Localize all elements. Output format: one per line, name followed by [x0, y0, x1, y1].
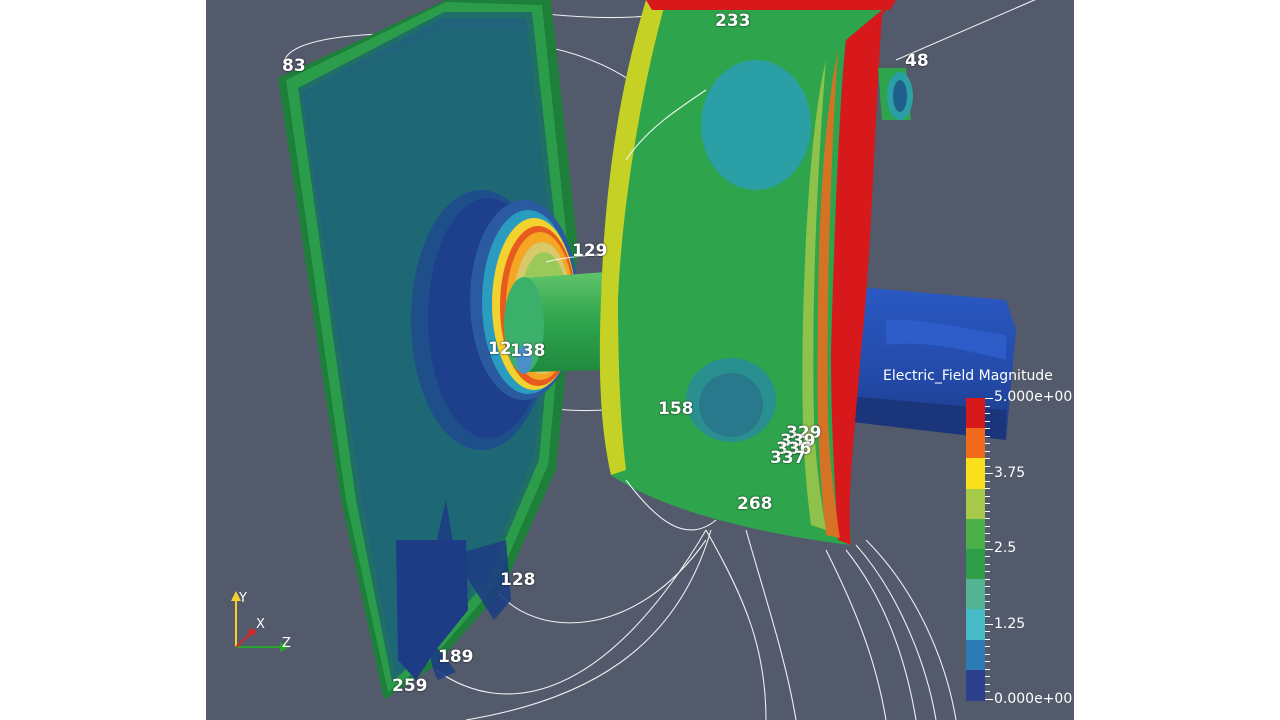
- legend-tick: [985, 518, 990, 520]
- point-label-138: 138: [510, 341, 546, 361]
- legend-label-max: 5.000e+00: [994, 389, 1073, 405]
- legend-tick: [985, 533, 990, 535]
- legend-tick: [985, 631, 990, 633]
- point-label-233: 233: [715, 11, 751, 31]
- point-label-12: 12: [488, 339, 512, 359]
- legend-tick: [985, 465, 990, 467]
- legend-tick: [985, 480, 990, 482]
- axis-label-y: Y: [239, 591, 247, 606]
- shaft-assembly: [470, 200, 606, 400]
- legend-tick: [985, 571, 990, 573]
- axis-label-x: X: [256, 617, 265, 632]
- legend-tick: [985, 661, 990, 663]
- point-label-158: 158: [658, 399, 694, 419]
- legend-label-min: 0.000e+00: [994, 691, 1073, 707]
- legend-label-3-75: 3.75: [994, 465, 1026, 481]
- legend-tick: [985, 699, 993, 700]
- legend-tick: [985, 495, 990, 497]
- legend-tick: [985, 563, 990, 565]
- legend-label-2-5: 2.5: [994, 540, 1017, 556]
- legend-tick: [985, 668, 990, 670]
- legend-tick: [985, 638, 990, 640]
- legend-tick: [985, 556, 990, 558]
- legend-swatch: [966, 398, 985, 429]
- legend-tick: [985, 548, 993, 550]
- legend-tick: [985, 428, 990, 430]
- point-label-189: 189: [438, 647, 474, 667]
- legend-swatch: [966, 669, 985, 701]
- legend-tick: [985, 586, 990, 588]
- legend-tick: [985, 413, 990, 415]
- legend-swatch: [966, 488, 985, 520]
- legend-tick: [985, 443, 990, 445]
- right-plate: [599, 0, 896, 545]
- legend-swatch: [966, 579, 985, 611]
- legend-tick: [985, 398, 993, 399]
- render-viewport[interactable]: 83 233 48 129 12 138 158 329 339 336 337…: [206, 0, 1074, 720]
- point-label-83: 83: [282, 56, 306, 76]
- axis-label-z: Z: [282, 636, 291, 651]
- point-label-259: 259: [392, 676, 428, 696]
- legend-tick: [985, 676, 990, 678]
- color-legend[interactable]: Electric_Field Magnitude 5.000e+00 3.75 …: [883, 366, 1074, 712]
- legend-tick: [985, 601, 990, 603]
- legend-swatch: [966, 549, 985, 580]
- top-right-tube: [878, 68, 913, 120]
- legend-tick: [985, 540, 990, 542]
- legend-tick: [985, 608, 990, 610]
- legend-tick: [985, 593, 990, 595]
- field-visualization-scene[interactable]: [206, 0, 1074, 720]
- legend-tick: [985, 435, 990, 437]
- legend-swatch: [966, 428, 985, 460]
- legend-tick: [985, 405, 990, 407]
- legend-swatch: [966, 639, 985, 671]
- legend-tick: [985, 691, 990, 693]
- point-label-337: 337: [770, 448, 806, 468]
- legend-tick: [985, 525, 990, 527]
- legend-tick: [985, 420, 990, 422]
- point-label-268: 268: [737, 494, 773, 514]
- legend-tick: [985, 510, 990, 512]
- legend-tick: [985, 646, 990, 648]
- point-label-48: 48: [905, 51, 929, 71]
- legend-tick: [985, 450, 990, 452]
- legend-tick: [985, 458, 990, 460]
- legend-label-1-25: 1.25: [994, 616, 1026, 632]
- legend-tick: [985, 503, 990, 505]
- orientation-axes[interactable]: Y X Z: [226, 585, 296, 660]
- legend-tick: [985, 616, 990, 618]
- legend-tick: [985, 578, 990, 580]
- legend-tick: [985, 683, 990, 685]
- point-label-128: 128: [500, 570, 536, 590]
- point-label-129: 129: [572, 241, 608, 261]
- legend-tick: [985, 653, 990, 655]
- legend-tick: [985, 623, 993, 625]
- legend-tick: [985, 488, 990, 490]
- legend-swatch: [966, 609, 985, 641]
- legend-swatch: [966, 458, 985, 490]
- legend-title: Electric_Field Magnitude: [883, 368, 1053, 384]
- legend-swatch: [966, 518, 985, 550]
- legend-tick: [985, 473, 993, 475]
- legend-color-bar: [966, 398, 993, 701]
